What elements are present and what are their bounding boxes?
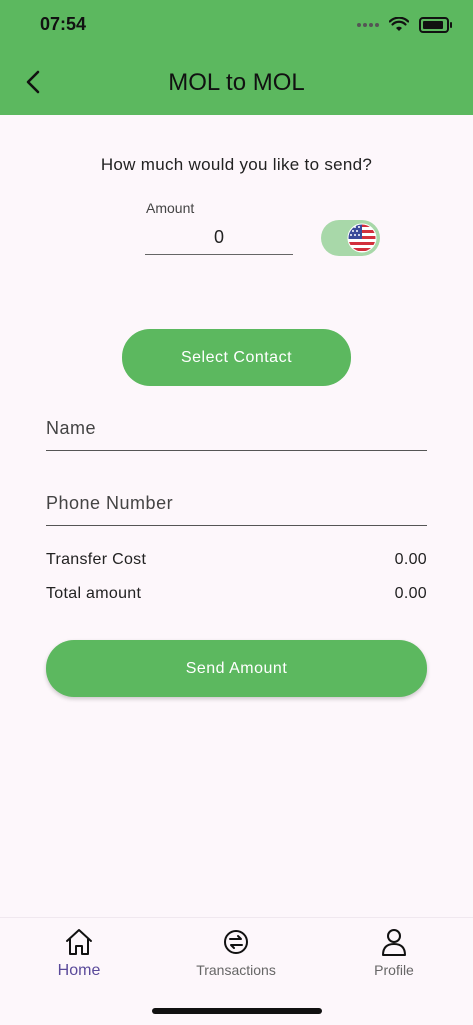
amount-question: How much would you like to send? — [100, 155, 373, 174]
name-field[interactable] — [46, 406, 427, 451]
amount-input[interactable] — [145, 220, 293, 255]
total-amount-row: Total amount 0.00 — [46, 585, 427, 603]
total-amount-label: Total amount — [46, 585, 142, 602]
transfer-cost-value: 0.00 — [394, 551, 427, 568]
profile-icon — [382, 929, 406, 956]
page-title: MOL to MOL — [168, 69, 305, 96]
transfer-cost-label: Transfer Cost — [46, 551, 147, 568]
nav-item-profile[interactable]: Profile — [334, 926, 454, 978]
nav-label-transactions: Transactions — [196, 962, 276, 978]
phone-number-field[interactable] — [46, 481, 427, 526]
currency-toggle[interactable] — [321, 220, 380, 256]
nav-label-profile: Profile — [374, 962, 414, 978]
nav-item-transactions[interactable]: Transactions — [176, 926, 296, 978]
transfer-cost-row: Transfer Cost 0.00 — [46, 551, 427, 569]
status-time: 07:54 — [40, 14, 87, 34]
signal-icon — [357, 23, 379, 27]
transfer-icon — [224, 930, 248, 954]
us-flag-icon — [347, 223, 377, 253]
status-icons — [357, 15, 452, 35]
amount-label: Amount — [146, 200, 195, 216]
send-amount-button[interactable]: Send Amount — [46, 640, 427, 697]
home-icon — [66, 929, 92, 955]
select-contact-button[interactable]: Select Contact — [122, 329, 351, 386]
nav-label-home: Home — [57, 962, 101, 979]
app-bar: 07:54 MOL to MOL — [0, 0, 473, 115]
wifi-icon — [389, 17, 409, 31]
nav-item-home[interactable]: Home — [19, 926, 139, 980]
total-amount-value: 0.00 — [394, 585, 427, 602]
battery-icon — [419, 17, 452, 33]
home-indicator — [152, 1008, 322, 1014]
